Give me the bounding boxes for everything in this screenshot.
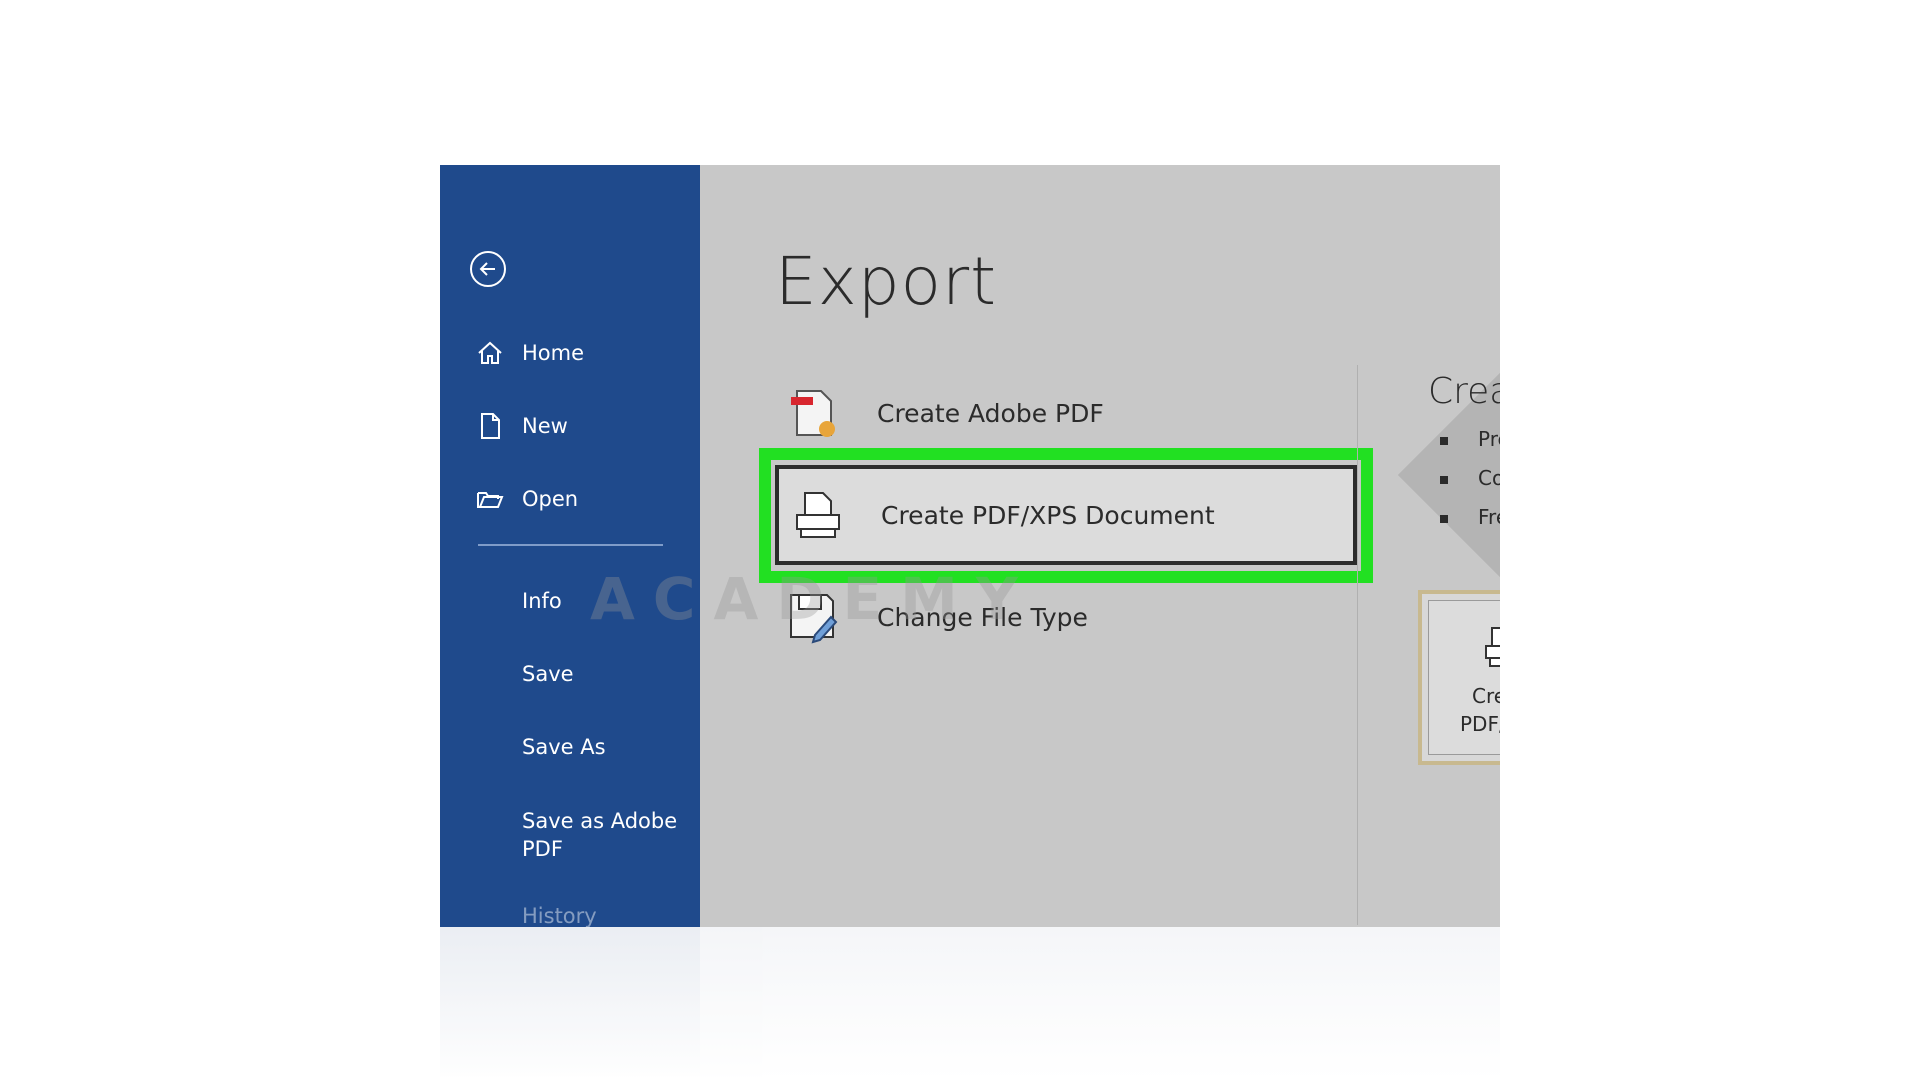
- nav-label-save-as: Save As: [522, 735, 606, 759]
- nav-item-home[interactable]: Home: [440, 330, 700, 376]
- open-folder-icon: [477, 492, 504, 508]
- nav-label-save-as-adobe-pdf: Save as Adobe PDF: [522, 809, 678, 861]
- page-title: Export: [775, 243, 998, 320]
- backstage-sidebar: Home New Open Info Save Save As Save as …: [440, 165, 700, 927]
- nav-item-history[interactable]: History: [440, 893, 700, 927]
- option-create-adobe-pdf[interactable]: Create Adobe PDF: [775, 373, 1375, 453]
- create-pdf-xps-button-label-1: Cre: [1472, 684, 1500, 708]
- adobe-pdf-icon: [791, 390, 835, 437]
- right-panel-heading: Crea: [1428, 371, 1500, 412]
- nav-label-new: New: [522, 414, 568, 438]
- nav-item-save-as-adobe-pdf[interactable]: Save as Adobe PDF: [440, 797, 700, 861]
- export-backstage-window: Home New Open Info Save Save As Save as …: [440, 165, 1500, 927]
- nav-item-new[interactable]: New: [440, 403, 700, 449]
- watermark-text: ACADEMY: [590, 565, 1036, 633]
- create-pdf-xps-button[interactable]: Cre PDF/: [1418, 590, 1500, 765]
- export-main-panel: Export Create Adobe PDF Create PDF/XPS D…: [700, 165, 1500, 927]
- right-panel-bullet: Fre: [1440, 505, 1500, 529]
- image-reflection: [440, 927, 1500, 1080]
- create-pdf-xps-button-label-2: PDF/: [1460, 712, 1500, 736]
- nav-item-open[interactable]: Open: [440, 476, 700, 522]
- nav-label-save: Save: [522, 662, 574, 686]
- home-icon: [478, 341, 502, 364]
- nav-label-info: Info: [522, 589, 562, 613]
- right-panel-bullet: Co: [1440, 466, 1500, 490]
- panel-divider: [1357, 365, 1358, 925]
- pdf-xps-button-icon: [1485, 627, 1500, 667]
- back-arrow-icon[interactable]: [470, 251, 506, 287]
- option-label-create-adobe-pdf: Create Adobe PDF: [877, 399, 1104, 428]
- new-document-icon: [481, 413, 500, 439]
- sidebar-divider: [478, 544, 663, 546]
- nav-item-save[interactable]: Save: [440, 651, 700, 697]
- nav-item-save-as[interactable]: Save As: [440, 724, 700, 770]
- nav-label-history: History: [522, 904, 597, 927]
- right-panel-bullet: Pre: [1440, 427, 1500, 451]
- selection-highlight: [759, 448, 1373, 583]
- nav-label-home: Home: [522, 341, 585, 365]
- nav-label-open: Open: [522, 487, 579, 511]
